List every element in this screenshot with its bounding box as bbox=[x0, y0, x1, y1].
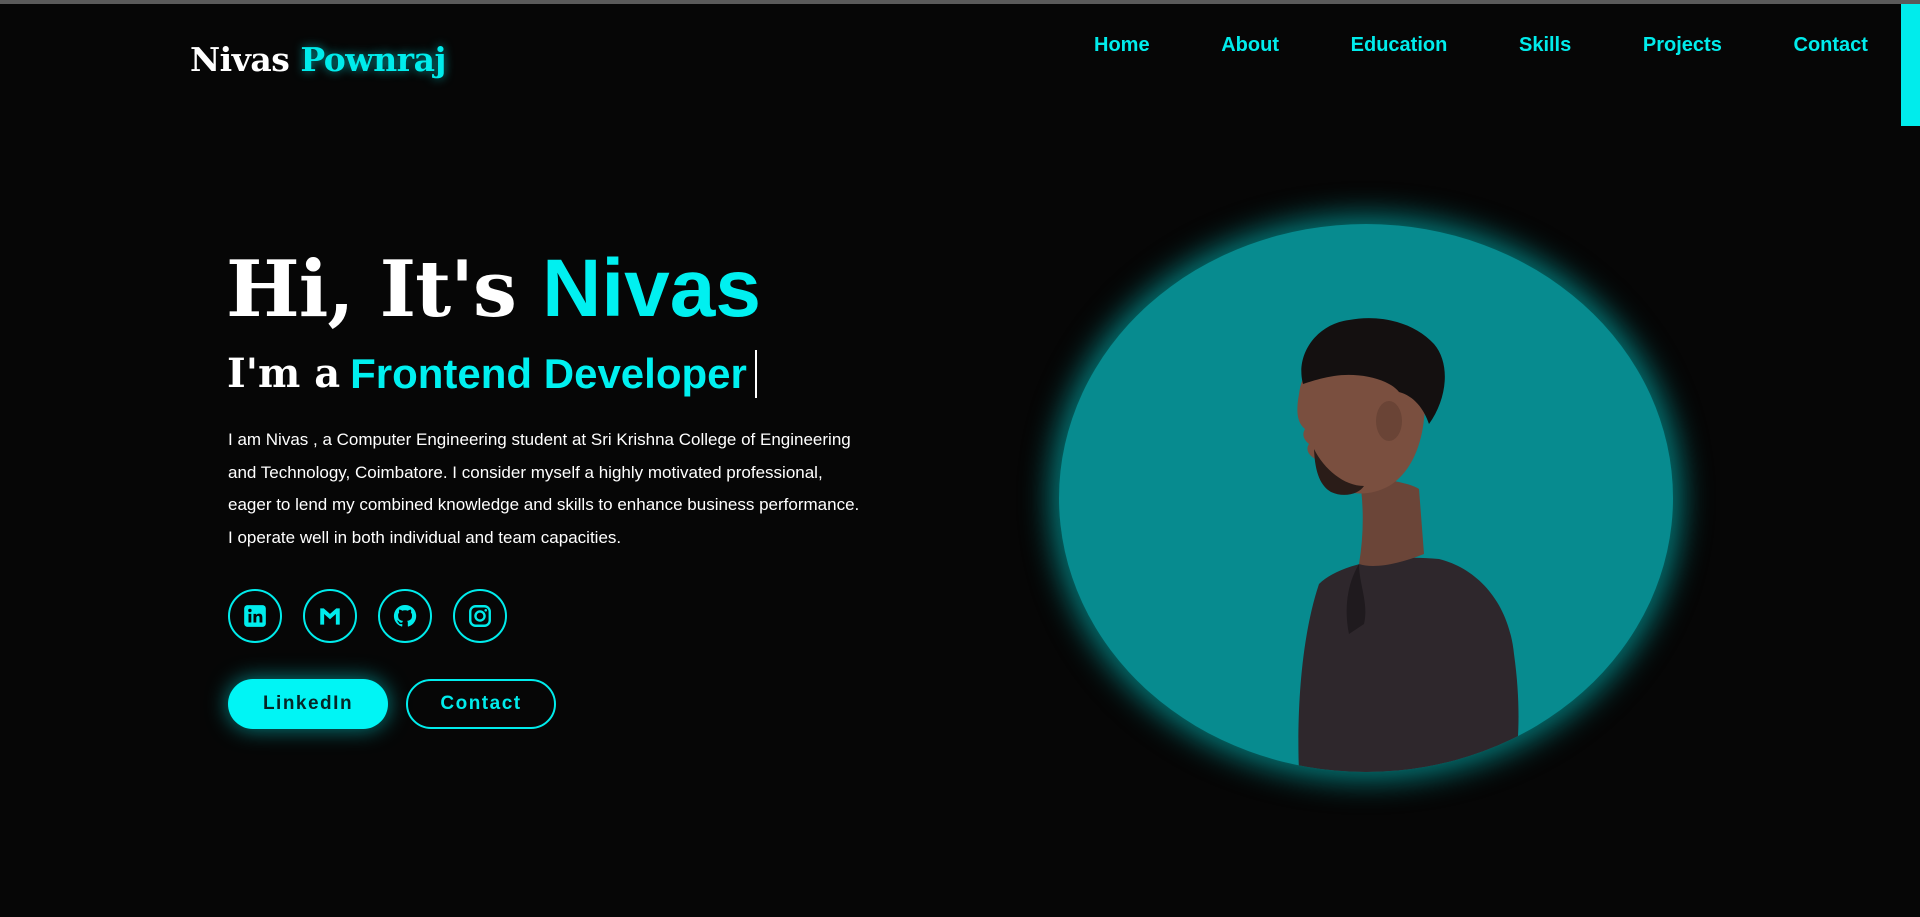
gmail-link[interactable] bbox=[303, 589, 357, 643]
hero-greeting: Hi, It's bbox=[226, 244, 517, 335]
hero-about-text: I am Nivas , a Computer Engineering stud… bbox=[228, 430, 860, 547]
linkedin-link[interactable] bbox=[228, 589, 282, 643]
hero-name: Nivas bbox=[542, 243, 761, 334]
nav-skills[interactable]: Skills bbox=[1515, 30, 1575, 61]
logo-last-name: Pownraj bbox=[300, 40, 446, 79]
window-top-border bbox=[0, 0, 1920, 4]
logo-first-name: Nivas bbox=[190, 40, 290, 79]
instagram-icon bbox=[469, 605, 491, 627]
linkedin-icon bbox=[244, 605, 266, 627]
nav-about[interactable]: About bbox=[1217, 30, 1283, 61]
profile-portrait bbox=[1059, 224, 1673, 772]
hero-role: Frontend Developer bbox=[350, 350, 747, 397]
nav-projects[interactable]: Projects bbox=[1639, 30, 1726, 61]
contact-button[interactable]: Contact bbox=[406, 679, 556, 729]
github-icon bbox=[393, 604, 417, 627]
gmail-icon bbox=[320, 608, 340, 625]
nav-home[interactable]: Home bbox=[1090, 30, 1154, 61]
nav-education[interactable]: Education bbox=[1347, 30, 1452, 61]
social-links bbox=[228, 589, 507, 643]
site-logo[interactable]: Nivas Pownraj bbox=[190, 40, 446, 79]
typing-caret bbox=[754, 350, 757, 398]
person-profile-image bbox=[1297, 318, 1519, 772]
instagram-link[interactable] bbox=[453, 589, 507, 643]
hero-subheading: I'm a Frontend Developer bbox=[227, 350, 757, 398]
nav-contact[interactable]: Contact bbox=[1790, 30, 1872, 61]
hero-role-prefix: I'm a bbox=[227, 350, 341, 397]
linkedin-button[interactable]: LinkedIn bbox=[228, 679, 388, 729]
main-nav: Home About Education Skills Projects Con… bbox=[1090, 30, 1872, 61]
hero-heading: Hi, It's Nivas bbox=[226, 248, 761, 330]
github-link[interactable] bbox=[378, 589, 432, 643]
scrollbar-thumb[interactable] bbox=[1901, 4, 1920, 126]
